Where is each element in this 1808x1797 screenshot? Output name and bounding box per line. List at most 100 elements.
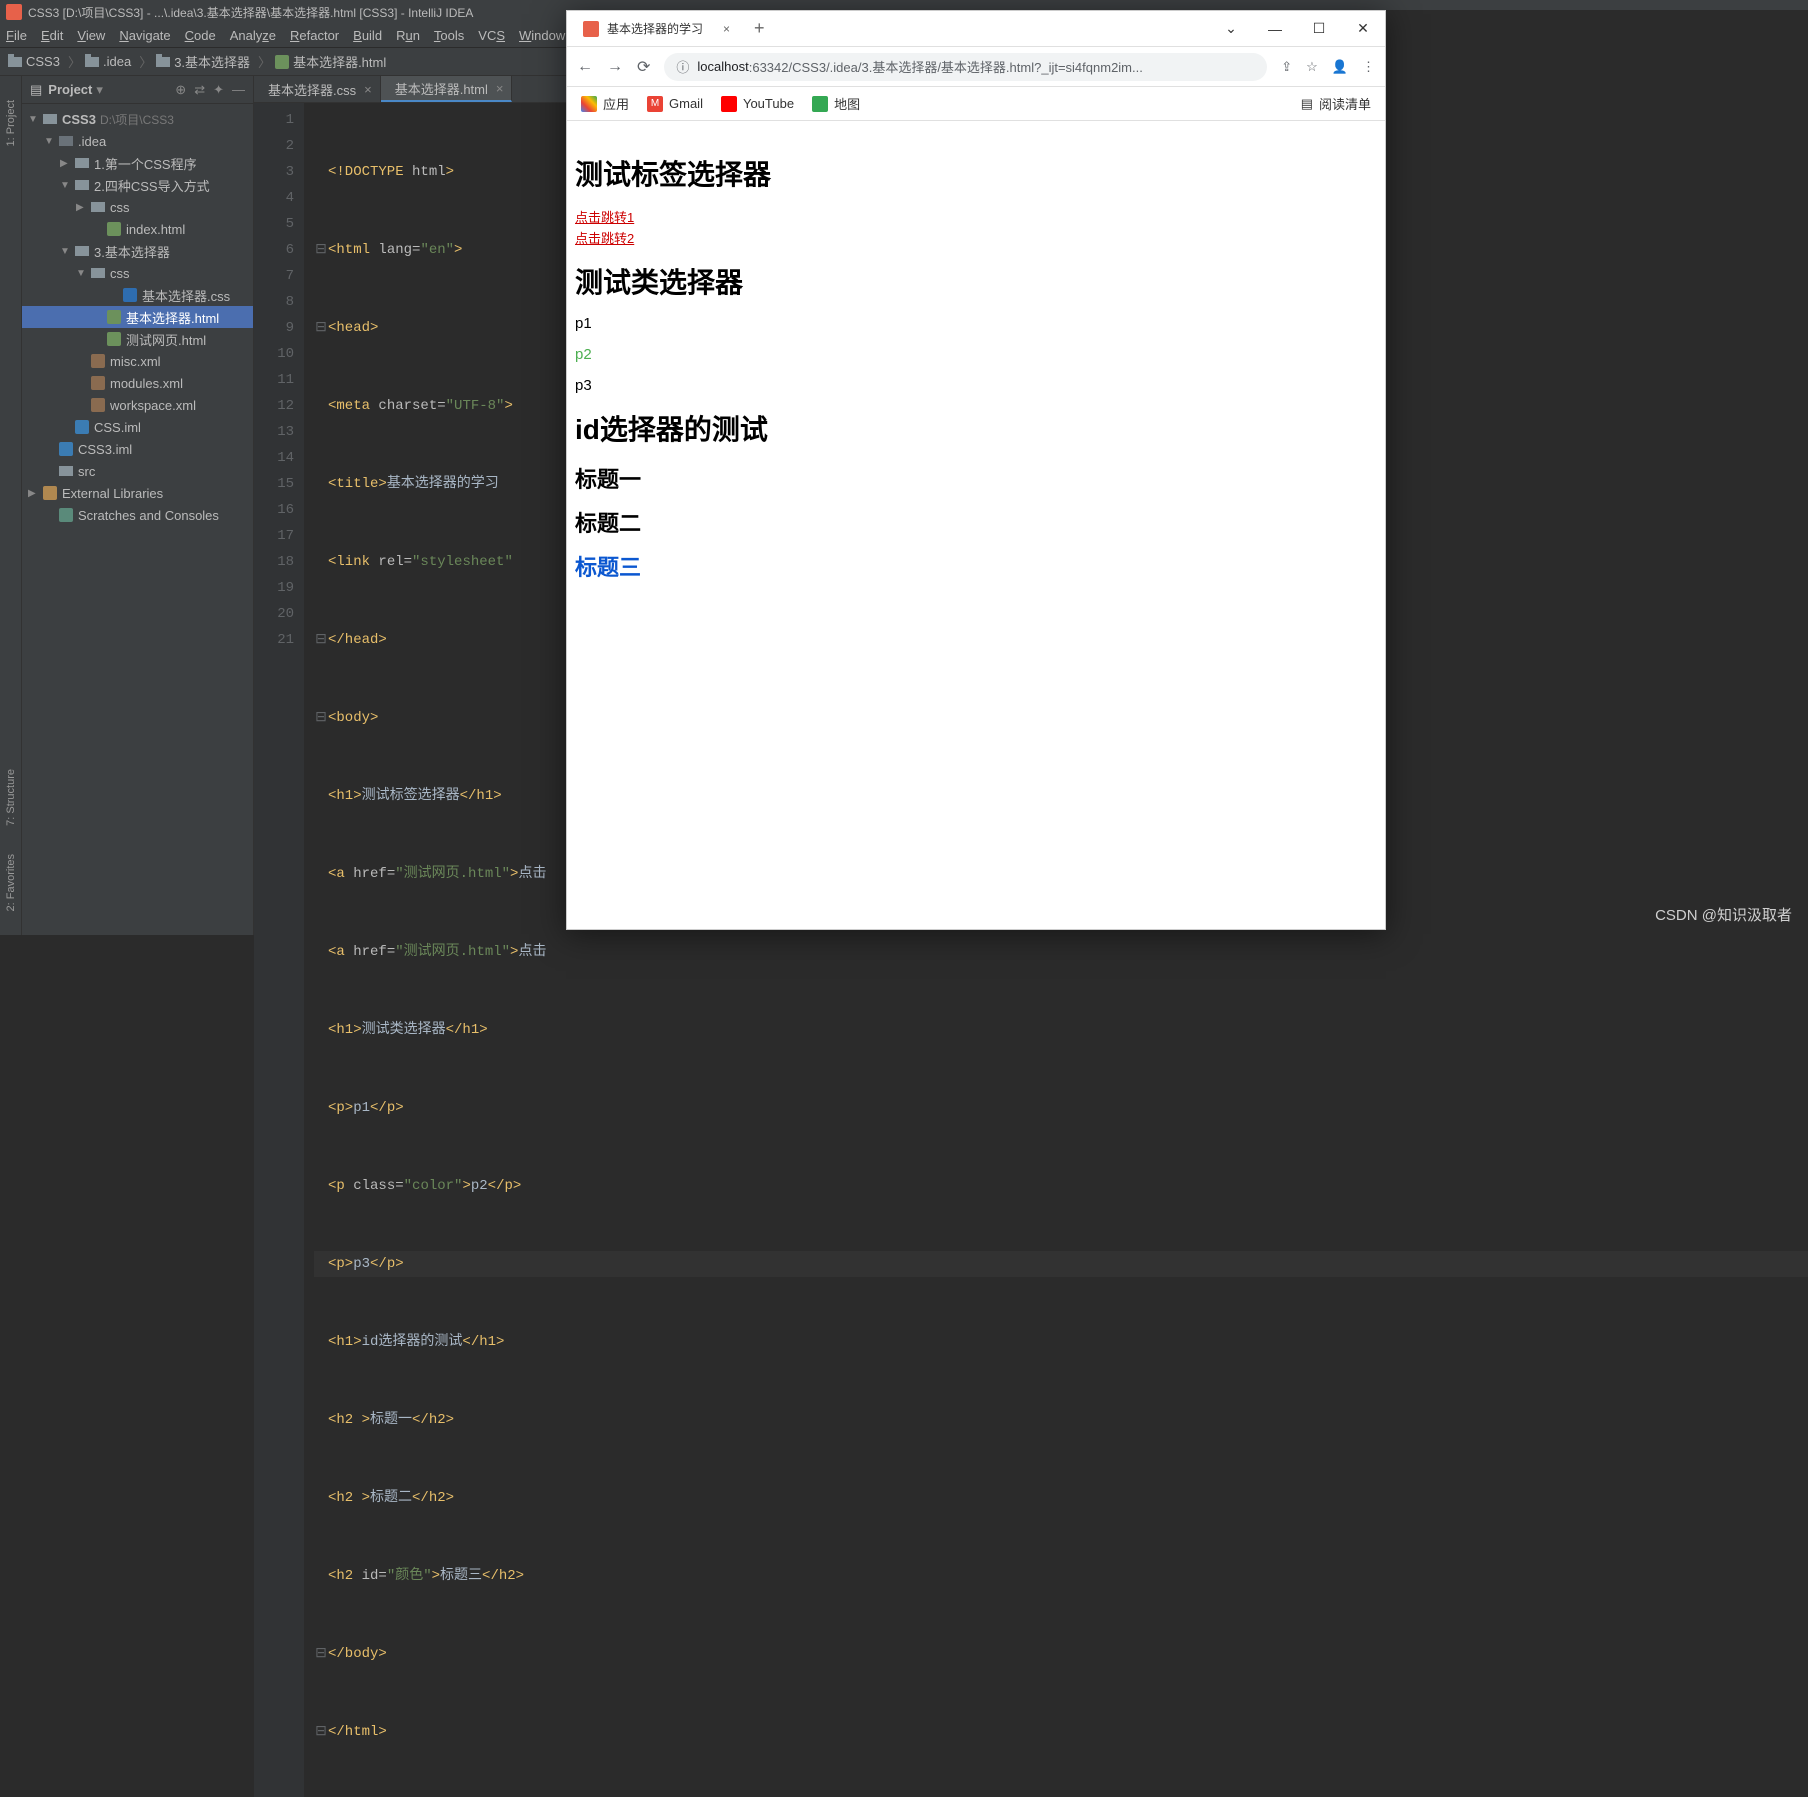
reading-list[interactable]: ▤阅读清单 — [1301, 94, 1371, 113]
browser-toolbar: ← → ⟳ ⓘ localhost:63342/CSS3/.idea/3.基本选… — [567, 47, 1385, 87]
bm-gmail[interactable]: MGmail — [647, 96, 703, 112]
url-bar[interactable]: ⓘ localhost:63342/CSS3/.idea/3.基本选择器/基本选… — [664, 53, 1267, 81]
tree-modules[interactable]: modules.xml — [22, 372, 253, 394]
favicon-icon — [583, 21, 599, 37]
rail-structure[interactable]: 7: Structure — [3, 765, 19, 830]
browser-window: 基本选择器的学习 × + ⌄ — ☐ ✕ ← → ⟳ ⓘ localhost:6… — [566, 10, 1386, 930]
browser-titlebar: 基本选择器的学习 × + ⌄ — ☐ ✕ — [567, 11, 1385, 47]
url-host: localhost — [697, 59, 748, 74]
page-h1-id: id选择器的测试 — [575, 408, 1377, 448]
menu-run[interactable]: Run — [396, 28, 420, 43]
back-button[interactable]: ← — [577, 58, 593, 76]
menu-tools[interactable]: Tools — [434, 28, 464, 43]
menu-file[interactable]: File — [6, 28, 27, 43]
page-h1-class: 测试类选择器 — [575, 261, 1377, 301]
tree-d2-index[interactable]: index.html — [22, 218, 253, 240]
share-icon[interactable]: ⇪ — [1281, 59, 1292, 75]
chevron-down-icon[interactable]: ⌄ — [1209, 14, 1253, 44]
tree-root[interactable]: ▼CSS3D:\项目\CSS3 — [22, 108, 253, 130]
profile-icon[interactable]: 👤 — [1332, 59, 1348, 75]
info-icon[interactable]: ⓘ — [676, 57, 689, 76]
project-dropdown-icon[interactable]: ▾ — [96, 82, 103, 98]
page-p1: p1 — [575, 315, 1377, 332]
tree-src[interactable]: src — [22, 460, 253, 482]
project-label-icon: ▤ — [30, 82, 42, 98]
tree-d3-html[interactable]: 基本选择器.html — [22, 306, 253, 328]
page-h1-tag: 测试标签选择器 — [575, 153, 1377, 193]
page-content: 测试标签选择器 点击跳转1 点击跳转2 测试类选择器 p1 p2 p3 id选择… — [567, 121, 1385, 929]
tree-workspace[interactable]: workspace.xml — [22, 394, 253, 416]
menu-code[interactable]: Code — [185, 28, 216, 43]
tree-d3-cssfile[interactable]: 基本选择器.css — [22, 284, 253, 306]
menu-build[interactable]: Build — [353, 28, 382, 43]
hide-icon[interactable]: — — [232, 82, 245, 97]
tree-d2[interactable]: ▼2.四种CSS导入方式 — [22, 174, 253, 196]
locate-icon[interactable]: ⇄ — [194, 82, 205, 98]
close-tab-icon[interactable]: × — [723, 22, 730, 36]
project-header: ▤ Project ▾ ⊕ ⇄ ✦ — — [22, 76, 253, 104]
menu-refactor[interactable]: Refactor — [290, 28, 339, 43]
menu-window[interactable]: Window — [519, 28, 565, 43]
tree-idea[interactable]: ▼.idea — [22, 130, 253, 152]
tree-d3[interactable]: ▼3.基本选择器 — [22, 240, 253, 262]
tree-cssiml[interactable]: CSS.iml — [22, 416, 253, 438]
reload-button[interactable]: ⟳ — [637, 57, 650, 77]
watermark: CSDN @知识汲取者 — [1655, 904, 1792, 925]
browser-tab-title: 基本选择器的学习 — [607, 20, 703, 37]
bm-youtube[interactable]: YouTube — [721, 96, 794, 112]
crumb-root[interactable]: CSS3 — [8, 54, 60, 69]
page-link2[interactable]: 点击跳转2 — [575, 228, 1377, 247]
url-path: :63342/CSS3/.idea/3.基本选择器/基本选择器.html?_ij… — [749, 57, 1143, 76]
forward-button[interactable]: → — [607, 58, 623, 76]
tree-misc[interactable]: misc.xml — [22, 350, 253, 372]
rail-favorites[interactable]: 2: Favorites — [3, 850, 19, 915]
project-panel: ▤ Project ▾ ⊕ ⇄ ✦ — ▼CSS3D:\项目\CSS3 ▼.id… — [22, 76, 254, 935]
project-tree: ▼CSS3D:\项目\CSS3 ▼.idea ▶1.第一个CSS程序 ▼2.四种… — [22, 104, 253, 530]
project-label: Project — [48, 82, 92, 97]
tab-html[interactable]: 基本选择器.html× — [381, 76, 513, 102]
tree-d1[interactable]: ▶1.第一个CSS程序 — [22, 152, 253, 174]
page-h2c: 标题三 — [575, 550, 1377, 582]
close-icon[interactable]: × — [364, 82, 372, 97]
tab-css[interactable]: 基本选择器.css× — [254, 76, 381, 102]
menu-edit[interactable]: Edit — [41, 28, 63, 43]
gear-icon[interactable]: ✦ — [213, 82, 224, 98]
bookmark-bar: 应用 MGmail YouTube 地图 ▤阅读清单 — [567, 87, 1385, 121]
crumb-idea[interactable]: .idea — [85, 54, 131, 69]
page-p2: p2 — [575, 346, 1377, 363]
star-icon[interactable]: ☆ — [1306, 59, 1318, 75]
maximize-icon[interactable]: ☐ — [1297, 14, 1341, 44]
page-p3: p3 — [575, 377, 1377, 394]
menu-vcs[interactable]: VCS — [478, 28, 505, 43]
left-rail: 1: Project 7: Structure 2: Favorites — [0, 76, 22, 935]
bm-maps[interactable]: 地图 — [812, 94, 860, 113]
tree-d2-css[interactable]: ▶css — [22, 196, 253, 218]
tree-scratches[interactable]: Scratches and Consoles — [22, 504, 253, 526]
new-tab-button[interactable]: + — [754, 18, 765, 39]
list-icon: ▤ — [1301, 96, 1313, 112]
tree-ext-lib[interactable]: ▶External Libraries — [22, 482, 253, 504]
right-background — [1386, 10, 1808, 935]
minimize-icon[interactable]: — — [1253, 14, 1297, 44]
browser-tab[interactable]: 基本选择器的学习 × — [573, 12, 740, 46]
close-icon[interactable]: ✕ — [1341, 14, 1385, 44]
tree-d3-test[interactable]: 测试网页.html — [22, 328, 253, 350]
tree-css3iml[interactable]: CSS3.iml — [22, 438, 253, 460]
crumb-dir[interactable]: 3.基本选择器 — [156, 52, 250, 71]
bm-apps[interactable]: 应用 — [581, 94, 629, 113]
menu-view[interactable]: View — [77, 28, 105, 43]
collapse-icon[interactable]: ⊕ — [175, 82, 186, 98]
app-icon — [6, 4, 22, 20]
menu-navigate[interactable]: Navigate — [119, 28, 170, 43]
window-title: CSS3 [D:\项目\CSS3] - ...\.idea\3.基本选择器\基本… — [28, 4, 473, 21]
page-h2a: 标题一 — [575, 462, 1377, 494]
tree-d3-css[interactable]: ▼css — [22, 262, 253, 284]
rail-project[interactable]: 1: Project — [3, 96, 19, 150]
menu-analyze[interactable]: Analyze — [230, 28, 276, 43]
page-h2b: 标题二 — [575, 506, 1377, 538]
menu-icon[interactable]: ⋮ — [1362, 59, 1375, 75]
page-link1[interactable]: 点击跳转1 — [575, 207, 1377, 226]
close-icon[interactable]: × — [496, 81, 504, 96]
gutter: 123456789101112131415161718192021 — [254, 103, 304, 1797]
crumb-file[interactable]: 基本选择器.html — [275, 52, 386, 71]
